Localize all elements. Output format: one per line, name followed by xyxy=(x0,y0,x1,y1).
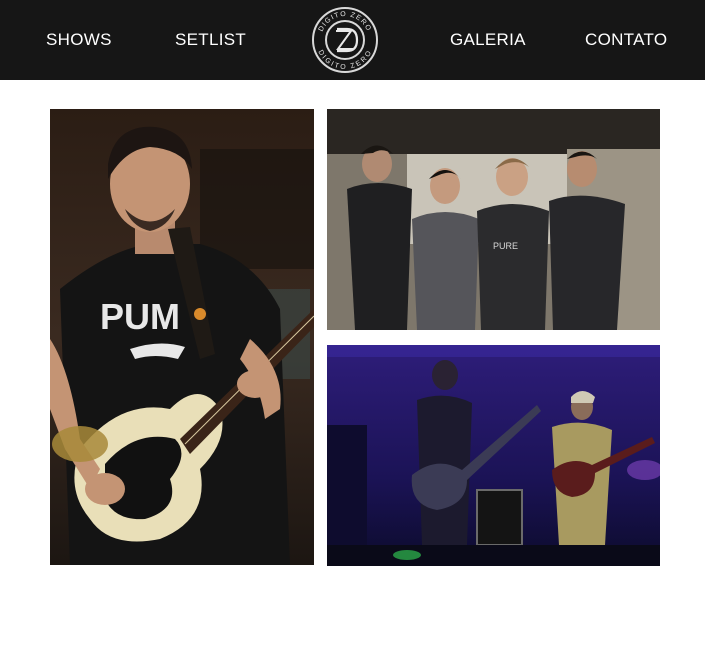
bassist-photo[interactable]: PUM xyxy=(50,109,314,565)
band-logo[interactable]: DIGITO ZERO DIGITO ZERO xyxy=(311,6,379,74)
band-on-stage-photo[interactable] xyxy=(327,345,660,566)
svg-text:PURE: PURE xyxy=(493,241,518,251)
nav-link-contato[interactable]: CONTATO xyxy=(585,28,667,52)
nav-link-galeria[interactable]: GALERIA xyxy=(450,28,526,52)
nav-link-shows[interactable]: SHOWS xyxy=(46,28,112,52)
site-header: SHOWS SETLIST DIGITO ZERO DIGITO ZERO GA… xyxy=(0,0,705,80)
svg-text:PUM: PUM xyxy=(100,296,180,337)
band-group-photo[interactable]: PURE xyxy=(327,109,660,330)
nav-link-setlist[interactable]: SETLIST xyxy=(175,28,246,52)
